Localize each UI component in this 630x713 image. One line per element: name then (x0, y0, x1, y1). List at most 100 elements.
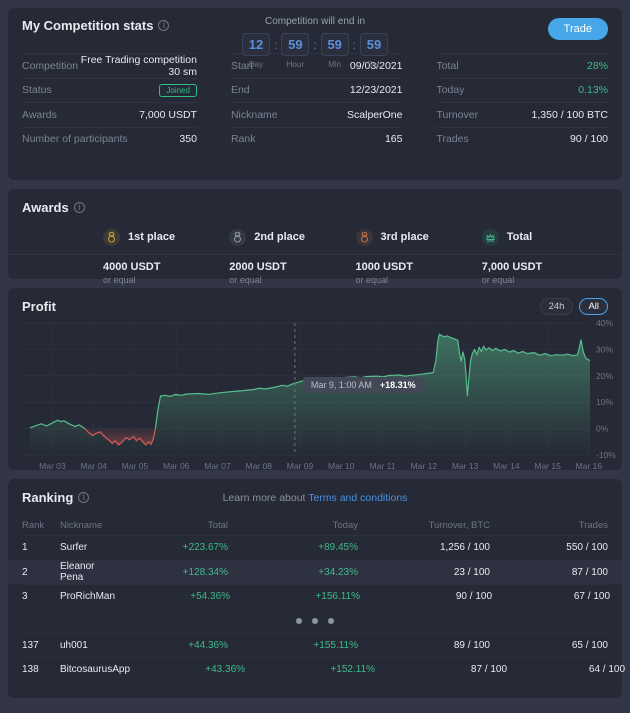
award-item-3rd-place: 3rd place (356, 227, 482, 247)
cell-total: +43.36% (130, 664, 245, 675)
award-value: 4000 USDT (103, 261, 229, 273)
award-note: or equal (103, 275, 229, 285)
svg-text:20%: 20% (596, 371, 613, 381)
stat-row: Rank165 (231, 127, 403, 152)
profit-chart-svg: 40%30%20%10%0%-10%Mar 03Mar 04Mar 05Mar … (22, 317, 622, 475)
pagination-dot[interactable] (328, 618, 334, 624)
countdown-unit-label: Sec (367, 60, 381, 69)
table-row[interactable]: 138BitcosaurusApp+43.36%+152.11%87 / 100… (22, 657, 608, 682)
cell-turnover: 23 / 100 (358, 567, 490, 578)
medal-bronze-icon (356, 229, 373, 246)
cell-today: +89.45% (228, 542, 358, 553)
terms-and-conditions-link[interactable]: Terms and conditions (308, 492, 407, 504)
stat-value: Free Trading competition 30 sm (78, 54, 197, 78)
profit-card: Profit 24hAll 40%30%20%10%0%-10%Mar 03Ma… (8, 288, 622, 470)
cell-nickname: uh001 (60, 640, 113, 651)
cell-trades: 87 / 100 (490, 567, 608, 578)
svg-text:Mar 12: Mar 12 (411, 461, 438, 471)
svg-text:Mar 10: Mar 10 (328, 461, 355, 471)
awards-card: Awards i 1st place 2nd place 3rd place Tota… (8, 189, 622, 279)
cell-today: +156.11% (230, 591, 360, 602)
award-value-block: 7,000 USDTor equal (482, 261, 608, 285)
countdown-colon: : (353, 38, 356, 52)
stat-label: End (231, 84, 250, 96)
awards-card-title: Awards i (22, 200, 85, 215)
stat-value: ScalperOne (347, 109, 402, 121)
cell-today: +155.11% (228, 640, 358, 651)
stat-row: StatusJoined (22, 78, 197, 103)
ranking-card: Ranking i Learn more about Terms and con… (8, 479, 622, 698)
cell-nickname: Surfer (60, 542, 113, 553)
trade-button[interactable]: Trade (548, 18, 608, 40)
svg-text:Mar 07: Mar 07 (204, 461, 231, 471)
learn-more-text: Learn more about Terms and conditions (223, 492, 408, 504)
profit-chart[interactable]: 40%30%20%10%0%-10%Mar 03Mar 04Mar 05Mar … (22, 317, 608, 480)
column-header: Today (228, 520, 358, 531)
stats-column-1: CompetitionFree Trading competition 30 s… (22, 53, 197, 151)
stat-row: NicknameScalperOne (231, 102, 403, 127)
pagination-dot[interactable] (312, 618, 318, 624)
info-icon[interactable]: i (74, 202, 85, 213)
column-header: Turnover, BTC (358, 520, 490, 531)
svg-text:Mar 15: Mar 15 (534, 461, 561, 471)
pagination-dot[interactable] (296, 618, 302, 624)
svg-text:Mar 06: Mar 06 (163, 461, 190, 471)
cell-total: +223.67% (113, 542, 228, 553)
column-header: Nickname (60, 520, 113, 531)
cell-total: +128.34% (113, 567, 228, 578)
cell-rank: 2 (22, 567, 60, 578)
range-button-24h[interactable]: 24h (540, 298, 574, 315)
stats-card-title: My Competition stats i (22, 18, 169, 33)
table-row[interactable]: 137uh001+44.36%+155.11%89 / 10065 / 100 (22, 633, 608, 658)
svg-text:Mar 05: Mar 05 (122, 461, 149, 471)
stat-row: Number of participants350 (22, 127, 197, 152)
stat-value: 12/23/2021 (350, 84, 403, 96)
table-row[interactable]: 3ProRichMan+54.36%+156.11%90 / 10067 / 1… (22, 584, 608, 609)
svg-text:30%: 30% (596, 344, 613, 354)
stat-label: Competition (22, 60, 78, 72)
column-header: Trades (490, 520, 608, 531)
countdown-value: 59 (321, 33, 349, 56)
info-icon[interactable]: i (158, 20, 169, 31)
svg-text:Mar 03: Mar 03 (39, 461, 66, 471)
cell-trades: 67 / 100 (492, 591, 610, 602)
countdown-colon: : (313, 38, 316, 52)
cell-rank: 138 (22, 664, 60, 675)
svg-text:40%: 40% (596, 318, 613, 328)
medal-gold-icon (103, 229, 120, 246)
countdown-unit-sec: 59Sec (360, 33, 388, 69)
stats-column-3: Total28%Today0.13%Turnover1,350 / 100 BT… (436, 53, 608, 151)
cell-total: +44.36% (113, 640, 228, 651)
awards-title-text: Awards (22, 200, 69, 215)
countdown-unit-label: Hour (287, 60, 304, 69)
column-header: Total (113, 520, 228, 531)
stat-value: 90 / 100 (570, 133, 608, 145)
range-button-all[interactable]: All (579, 298, 608, 315)
award-note: or equal (356, 275, 482, 285)
status-badge: Joined (159, 84, 197, 97)
stat-value: 165 (385, 133, 403, 145)
table-row[interactable]: 2Eleanor Pena+128.34%+34.23%23 / 10087 /… (8, 560, 622, 585)
competition-stats-card: My Competition stats i Competition will … (8, 8, 622, 180)
svg-text:0%: 0% (596, 424, 609, 434)
profit-title-text: Profit (22, 299, 56, 314)
award-label: 2nd place (254, 231, 305, 243)
cell-rank: 3 (22, 591, 60, 602)
chart-range-toggle: 24h All (540, 298, 608, 315)
stat-row: Trades90 / 100 (436, 127, 608, 152)
cell-turnover: 90 / 100 (360, 591, 492, 602)
table-row[interactable]: 1Surfer+223.67%+89.45%1,256 / 100550 / 1… (22, 535, 608, 560)
award-value-block: 2000 USDTor equal (229, 261, 355, 285)
svg-text:Mar 09: Mar 09 (287, 461, 314, 471)
award-label: 3rd place (381, 231, 429, 243)
award-value-block: 4000 USDT or equal (103, 261, 229, 285)
stat-row: Today0.13% (436, 78, 608, 103)
ranking-title-text: Ranking (22, 490, 73, 505)
info-icon[interactable]: i (78, 492, 89, 503)
stat-row: CompetitionFree Trading competition 30 s… (22, 53, 197, 78)
award-label: Total (507, 231, 532, 243)
cell-rank: 137 (22, 640, 60, 651)
award-label: 1st place (128, 231, 175, 243)
cell-today: +34.23% (228, 567, 358, 578)
countdown-value: 59 (281, 33, 309, 56)
